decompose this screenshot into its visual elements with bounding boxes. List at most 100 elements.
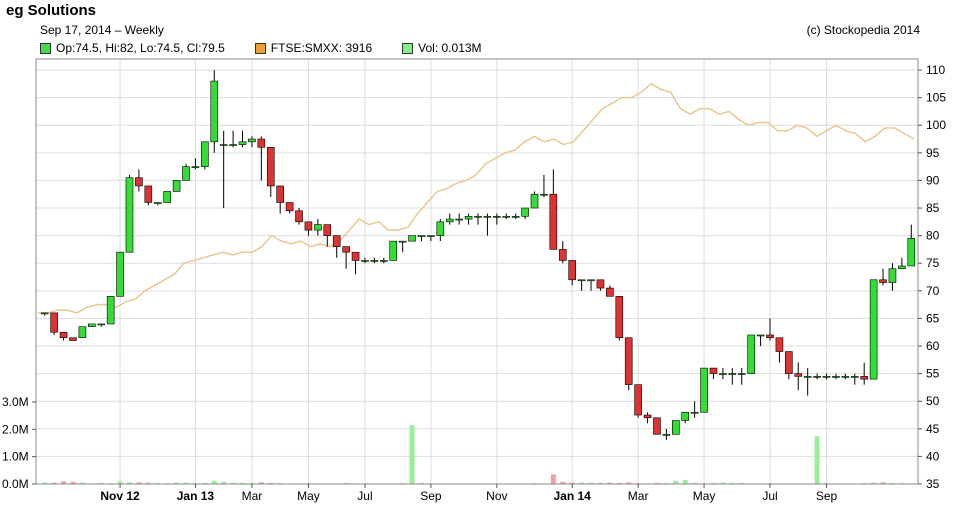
candle-body bbox=[719, 373, 727, 375]
candle-body bbox=[248, 138, 256, 143]
candle bbox=[888, 263, 897, 291]
candle-body bbox=[40, 312, 49, 315]
candle-body bbox=[59, 331, 68, 339]
candle-body bbox=[766, 334, 774, 339]
candle bbox=[342, 246, 350, 269]
candle-body bbox=[276, 185, 284, 203]
candle bbox=[276, 185, 284, 214]
candle-body bbox=[709, 367, 718, 374]
candle bbox=[907, 224, 916, 267]
candle bbox=[238, 130, 247, 148]
candle bbox=[436, 219, 445, 242]
candle-body bbox=[257, 138, 266, 148]
candle-body bbox=[380, 260, 388, 262]
candle bbox=[493, 213, 501, 225]
candle-body bbox=[803, 376, 812, 378]
candle bbox=[69, 337, 77, 341]
candle bbox=[248, 136, 256, 148]
volume-tick-label: 1.0M bbox=[2, 450, 29, 464]
price-tick-label: 45 bbox=[926, 422, 940, 436]
candle-body bbox=[511, 216, 520, 218]
candle bbox=[78, 326, 87, 339]
candle bbox=[662, 428, 671, 440]
candle-body bbox=[483, 216, 492, 218]
candle-body bbox=[756, 334, 765, 337]
candle bbox=[266, 147, 275, 197]
candle bbox=[775, 337, 784, 363]
candle bbox=[756, 334, 765, 347]
candle bbox=[88, 323, 96, 327]
candle bbox=[719, 368, 727, 380]
candle bbox=[427, 235, 435, 242]
candle-body bbox=[813, 376, 821, 378]
candle-body bbox=[116, 251, 124, 297]
volume-tick-label: 3.0M bbox=[2, 395, 29, 409]
candle-body bbox=[672, 420, 680, 435]
candle-body bbox=[879, 279, 887, 283]
candle bbox=[304, 221, 313, 236]
candle-body bbox=[135, 177, 143, 187]
candle bbox=[813, 373, 821, 380]
time-tick-label: Jul bbox=[762, 489, 777, 503]
candle bbox=[210, 70, 219, 153]
candle-body bbox=[163, 191, 171, 203]
candle-body bbox=[370, 260, 379, 262]
candle-body bbox=[229, 144, 237, 146]
candle bbox=[596, 279, 605, 291]
candle-body bbox=[182, 166, 190, 181]
candle bbox=[172, 180, 181, 192]
candle-body bbox=[219, 144, 228, 146]
candle-body bbox=[398, 240, 407, 243]
price-chart: 35 40 45 50 55 60 65 70 75 80 85 90 95 100 105 110 0.0M 1… bbox=[2, 58, 946, 503]
candle bbox=[445, 213, 454, 225]
candle-body bbox=[417, 235, 426, 237]
price-tick-label: 65 bbox=[926, 311, 940, 325]
candle-body bbox=[502, 216, 511, 218]
candle-body bbox=[210, 80, 219, 143]
candle-body bbox=[634, 384, 642, 416]
candle bbox=[144, 185, 153, 206]
candle bbox=[850, 373, 859, 385]
candle bbox=[163, 191, 171, 203]
candle-body bbox=[144, 185, 153, 203]
candle bbox=[803, 368, 812, 396]
candle-body bbox=[832, 376, 840, 378]
candle bbox=[106, 296, 115, 325]
candle-body bbox=[728, 373, 737, 375]
candle-body bbox=[690, 411, 699, 414]
candle-body bbox=[540, 193, 548, 196]
candle bbox=[408, 235, 416, 242]
candle-body bbox=[653, 417, 661, 435]
time-tick-label: Sep bbox=[420, 489, 442, 503]
candle bbox=[191, 158, 200, 170]
candle bbox=[785, 351, 793, 380]
candle bbox=[615, 296, 624, 341]
candle-body bbox=[389, 240, 398, 261]
price-tick-label: 75 bbox=[926, 256, 940, 270]
candle bbox=[747, 334, 755, 374]
candle bbox=[672, 420, 680, 435]
price-tick-label: 80 bbox=[926, 229, 940, 243]
candle-body bbox=[558, 249, 567, 261]
price-tick-label: 100 bbox=[926, 118, 946, 132]
candle bbox=[700, 367, 708, 413]
candle-body bbox=[549, 193, 558, 250]
candle-body bbox=[822, 376, 831, 378]
candle bbox=[653, 417, 661, 435]
time-tick-label: Mar bbox=[242, 489, 263, 503]
price-tick-label: 55 bbox=[926, 367, 940, 381]
candle-body bbox=[643, 414, 652, 419]
candle-body bbox=[596, 279, 605, 289]
candle-body bbox=[493, 216, 501, 218]
candle bbox=[97, 323, 106, 327]
candle bbox=[568, 260, 576, 286]
candle-body bbox=[172, 180, 181, 192]
candle bbox=[182, 163, 190, 181]
candle-body bbox=[615, 296, 624, 339]
candle bbox=[521, 207, 529, 220]
candle bbox=[332, 235, 341, 258]
candle-body bbox=[361, 260, 369, 262]
candle bbox=[455, 213, 463, 225]
candle bbox=[549, 169, 558, 250]
candle bbox=[380, 257, 388, 264]
